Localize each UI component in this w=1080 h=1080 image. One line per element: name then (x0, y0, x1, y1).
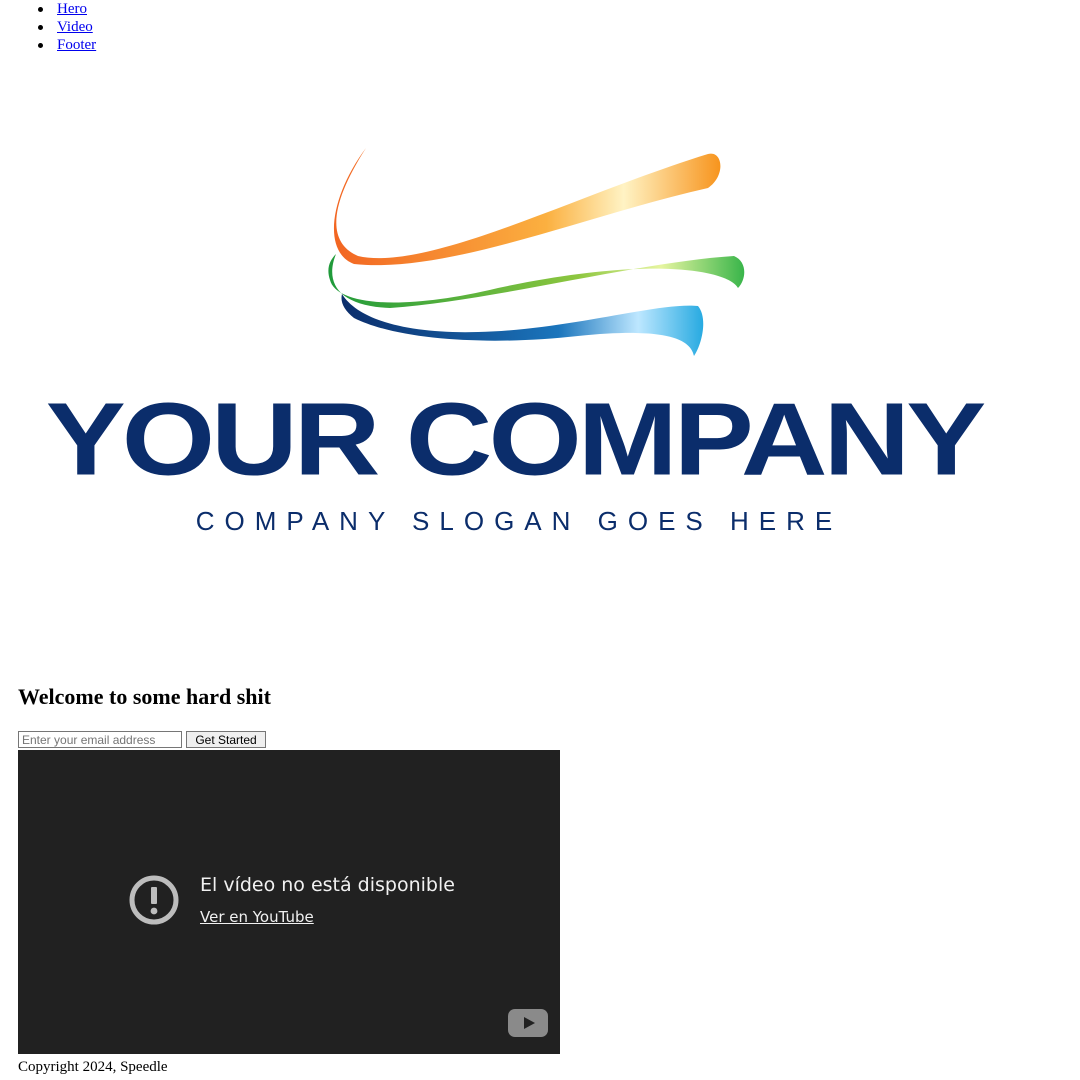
orange-swoosh (333, 148, 721, 266)
nav-link-video[interactable]: Video (57, 19, 93, 35)
get-started-button[interactable]: Get Started (186, 731, 266, 748)
hero-logo-image: YOUR COMPANY COMPANY SLOGAN GOES HERE (18, 84, 1010, 660)
youtube-logo-icon[interactable] (508, 1009, 548, 1037)
brand-company-name: YOUR COMPANY (45, 381, 987, 497)
video-embed[interactable]: El vídeo no está disponible Ver en YouTu… (18, 750, 560, 1054)
nav-item-video: Video (0, 18, 96, 36)
email-input[interactable] (18, 731, 182, 748)
watch-on-youtube-link[interactable]: Ver en YouTube (200, 907, 314, 927)
nav-list: Hero Video Footer (0, 0, 96, 54)
nav-link-footer[interactable]: Footer (57, 37, 96, 53)
nav-item-hero: Hero (0, 0, 96, 18)
nav-link-hero[interactable]: Hero (57, 1, 87, 17)
footer-copyright: Copyright 2024, Speedle (18, 1059, 168, 1075)
video-unavailable-message: El vídeo no está disponible (200, 874, 455, 896)
swoosh-graphic (328, 148, 745, 356)
hero-title: Welcome to some hard shit (18, 684, 271, 709)
alert-circle-icon (129, 875, 179, 925)
nav-item-footer: Footer (0, 36, 96, 54)
brand-slogan: COMPANY SLOGAN GOES HERE (195, 506, 843, 536)
